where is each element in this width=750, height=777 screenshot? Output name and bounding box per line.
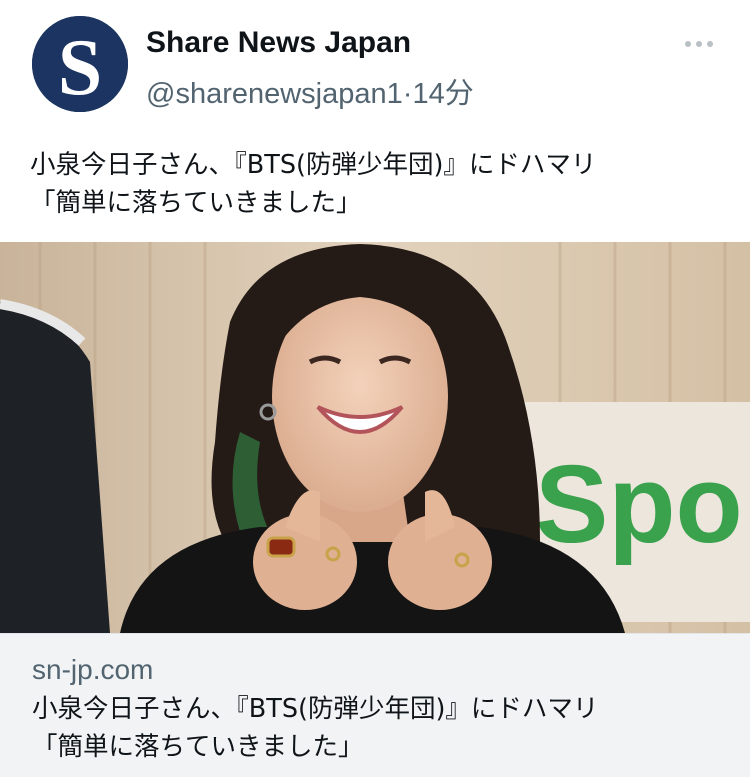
link-card-title-line: 「簡単に落ちていきました」 <box>32 732 364 762</box>
post-text-line: 「簡単に落ちていきました」 <box>30 188 362 218</box>
sign-text: Spo <box>535 443 743 566</box>
news-photo: Spo <box>0 242 750 633</box>
post-time[interactable]: 14分 <box>412 78 473 110</box>
link-card-title: 小泉今日子さん、『BTS(防弾少年団)』にドハマリ 「簡単に落ちていきました」 <box>32 690 732 766</box>
link-card-image[interactable]: Spo <box>0 242 750 633</box>
more-horizontal-icon[interactable] <box>684 38 714 50</box>
meta-separator: · <box>402 78 413 110</box>
post-text-line: 小泉今日子さん、『BTS(防弾少年団)』にドハマリ <box>30 150 597 180</box>
author-handle-line: @sharenewsjapan1·14分 <box>146 70 474 112</box>
post-text: 小泉今日子さん、『BTS(防弾少年団)』にドハマリ 「簡単に落ちていきました」 <box>30 146 730 222</box>
author-display-name[interactable]: Share News Japan <box>146 26 411 60</box>
post-header: S Share News Japan @sharenewsjapan1·14分 <box>0 0 750 125</box>
link-card-meta: sn-jp.com 小泉今日子さん、『BTS(防弾少年団)』にドハマリ 「簡単に… <box>0 633 750 777</box>
author-avatar[interactable]: S <box>32 16 128 112</box>
avatar-logo-icon: S <box>32 16 128 112</box>
link-card-title-line: 小泉今日子さん、『BTS(防弾少年団)』にドハマリ <box>32 694 599 724</box>
author-handle[interactable]: @sharenewsjapan1 <box>146 78 403 110</box>
link-card-domain: sn-jp.com <box>32 654 154 685</box>
link-card[interactable]: Spo sn-jp.com 小泉今日子さん、『BTS(防弾少年団)』にドハマリ … <box>0 242 750 777</box>
svg-text:S: S <box>58 24 103 112</box>
